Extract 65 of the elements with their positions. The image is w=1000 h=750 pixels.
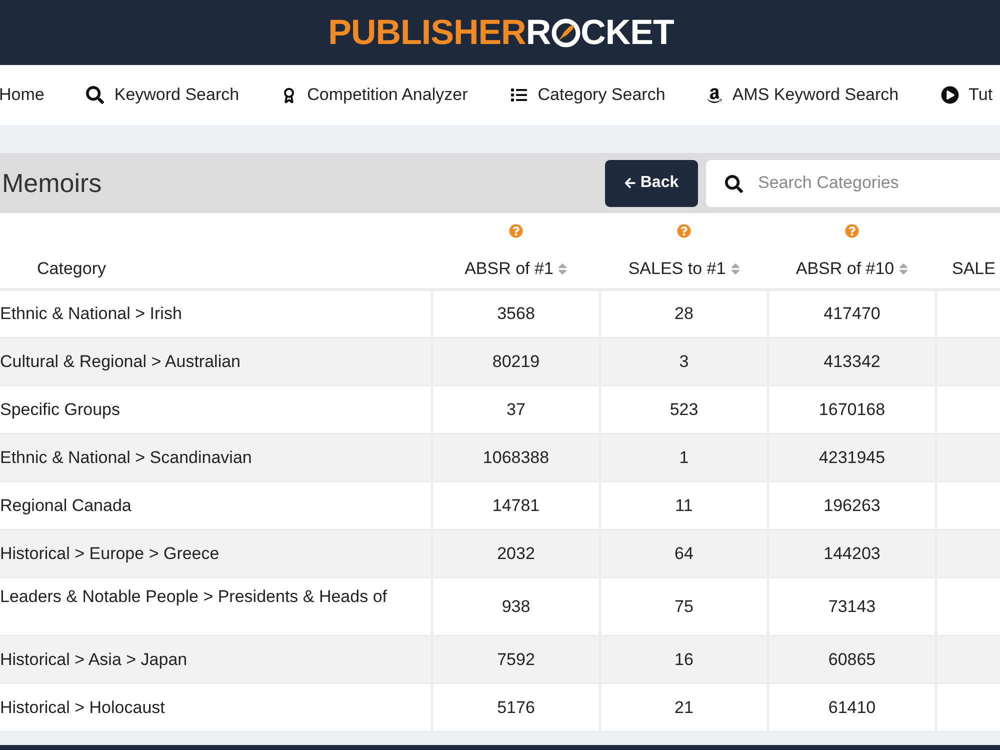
nav-link[interactable]: Competition Analyzer	[281, 82, 468, 108]
search-icon	[725, 174, 743, 192]
column-header[interactable]: SALES to #1	[628, 256, 726, 282]
help-icon[interactable]	[677, 224, 691, 238]
table-cell: Specific Groups	[0, 386, 432, 434]
column-header[interactable]: ABSR of #10	[796, 256, 894, 282]
table-cell: 417470	[768, 290, 936, 338]
table-cell: 1	[600, 434, 768, 482]
table-cell: 2032	[432, 530, 600, 578]
table-cell: Leaders & Notable People > Presidents & Heads of	[0, 578, 432, 636]
table-cell: 21	[600, 684, 768, 732]
table-cell: Historical > Europe > Greece	[0, 530, 432, 578]
table-cell: 80219	[432, 338, 600, 386]
table-cell: Ethnic & National > Irish	[0, 290, 432, 338]
table-cell: Historical > Holocaust	[0, 684, 432, 732]
table-cell: 5176	[432, 684, 600, 732]
rocket-ring-icon	[550, 18, 581, 48]
arrow-left-icon	[624, 177, 636, 189]
table-cell: 3568	[432, 290, 600, 338]
table-cell: 75	[600, 578, 768, 636]
back-button[interactable]: Back	[605, 160, 698, 206]
sort-icon[interactable]	[558, 262, 568, 276]
table-cell: 73143	[768, 578, 936, 636]
table-cell: 196263	[768, 482, 936, 530]
table-cell: Historical > Asia > Japan	[0, 636, 432, 684]
help-icon[interactable]	[509, 224, 523, 238]
help-icon[interactable]	[845, 224, 859, 238]
column-header[interactable]: ABSR of #1	[464, 256, 554, 282]
search-field[interactable]: Search Categories	[706, 160, 1000, 206]
nav-link[interactable]: Home	[0, 82, 44, 108]
page-title: Memoirs	[1, 166, 102, 200]
table-cell: 4231945	[768, 434, 936, 482]
table-cell: 14781	[432, 482, 600, 530]
a-smile-logo-icon	[707, 86, 722, 104]
column-header: SALE	[952, 258, 996, 280]
table-cell: 413342	[768, 338, 936, 386]
column-header: Category	[37, 258, 106, 280]
nav-link[interactable]: AMS Keyword Search	[707, 82, 899, 108]
search-icon	[86, 86, 104, 104]
table-cell: 3	[600, 338, 768, 386]
table-cell: 60865	[768, 636, 936, 684]
table-cell: 7592	[432, 636, 600, 684]
nav-link[interactable]: Category Search	[510, 82, 666, 108]
table-cell: 28	[600, 290, 768, 338]
table-cell: 37	[432, 386, 600, 434]
sort-icon[interactable]	[899, 262, 908, 276]
table-cell: Cultural & Regional > Australian	[0, 338, 432, 386]
logo-text: CKET	[580, 15, 674, 50]
table-cell: 64	[600, 530, 768, 578]
table-cell: Ethnic & National > Scandinavian	[0, 434, 432, 482]
logo-text: PUBLISHER	[328, 15, 526, 50]
table-cell: 11	[600, 482, 768, 530]
list-icon	[510, 87, 528, 103]
logo-text: R	[526, 15, 551, 50]
nav-link[interactable]: Keyword Search	[86, 82, 240, 108]
table-cell: 1068388	[432, 434, 600, 482]
table-cell: 938	[432, 578, 600, 636]
sort-icon[interactable]	[730, 262, 740, 276]
table-cell: Regional Canada	[0, 482, 432, 530]
table-cell: 144203	[768, 530, 936, 578]
nav-link[interactable]: Tut	[940, 82, 993, 108]
table-cell: 1670168	[768, 386, 936, 434]
table-cell: 61410	[768, 684, 936, 732]
table-cell: 523	[600, 386, 768, 434]
table-cell: 16	[600, 636, 768, 684]
